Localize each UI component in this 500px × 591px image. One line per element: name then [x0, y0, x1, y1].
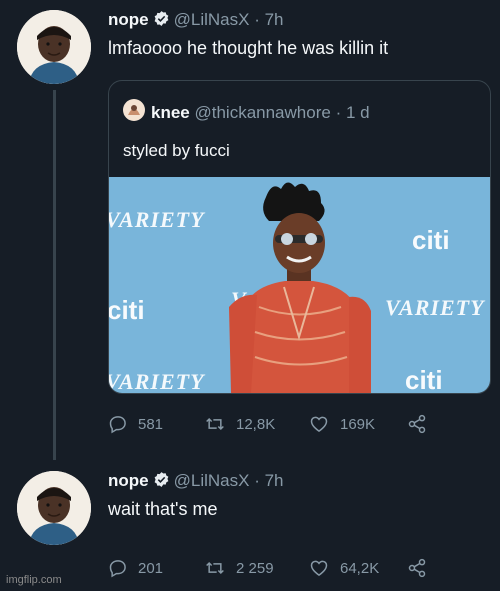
display-name[interactable]: nope	[108, 471, 149, 490]
tweet-text: wait that's me	[108, 499, 218, 519]
retweet-icon	[206, 561, 224, 575]
like-button[interactable]: 169K	[308, 414, 375, 434]
retweet-count: 12,8K	[236, 415, 276, 433]
share-icon	[408, 414, 426, 434]
like-count: 169K	[340, 415, 376, 433]
tweet-header: nope @LilNasX · 7h	[108, 471, 283, 493]
person-figure	[229, 182, 371, 393]
handle[interactable]: @LilNasX	[174, 471, 250, 490]
timestamp[interactable]: · 7h	[254, 10, 283, 29]
tweet-text: lmfaoooo he thought he was killin it	[108, 38, 389, 58]
like-button[interactable]: 64,2K	[308, 558, 379, 578]
share-icon	[408, 558, 426, 578]
share-button[interactable]	[406, 558, 438, 578]
profile-photo	[17, 10, 91, 84]
display-name[interactable]: nope	[108, 10, 149, 29]
quote-header: knee @thickannawhore · 1 d	[123, 99, 370, 126]
quote-avatar-icon	[123, 99, 145, 126]
reply-icon	[109, 416, 126, 434]
quote-handle[interactable]: @thickannawhore	[194, 103, 330, 122]
retweet-count: 2 259	[236, 559, 274, 577]
watermark: imgflip.com	[6, 574, 62, 586]
quoted-tweet[interactable]: knee @thickannawhore · 1 d styled by fuc…	[108, 80, 491, 394]
quote-photo[interactable]: VARIETY citi citi VARIETY VARIETY citi V	[109, 177, 490, 393]
tweet-header: nope @LilNasX · 7h	[108, 10, 283, 32]
avatar[interactable]	[17, 10, 91, 84]
thread-line	[53, 90, 56, 460]
share-button[interactable]	[406, 414, 438, 434]
tweet-actions: 581 12,8K 169K	[108, 414, 488, 438]
reply-button[interactable]: 201	[108, 558, 163, 578]
retweet-icon	[206, 417, 224, 431]
verified-icon	[153, 10, 170, 32]
handle[interactable]: @LilNasX	[174, 10, 250, 29]
quote-text: styled by fucci	[123, 141, 230, 160]
timestamp[interactable]: · 7h	[254, 471, 283, 490]
reply-count: 201	[138, 559, 164, 577]
reply-icon	[109, 560, 126, 578]
reply-count: 581	[138, 415, 164, 433]
retweet-button[interactable]: 12,8K	[204, 414, 275, 434]
quote-display-name[interactable]: knee	[151, 103, 190, 122]
heart-icon	[310, 560, 328, 576]
like-count: 64,2K	[340, 559, 380, 577]
profile-photo	[17, 471, 91, 545]
heart-icon	[310, 416, 328, 432]
quote-timestamp[interactable]: · 1 d	[336, 103, 370, 122]
reply-button[interactable]: 581	[108, 414, 163, 434]
tweet-actions: 201 2 259 64,2K	[108, 558, 488, 582]
retweet-button[interactable]: 2 259	[204, 558, 274, 578]
avatar[interactable]	[17, 471, 91, 545]
verified-icon	[153, 471, 170, 493]
